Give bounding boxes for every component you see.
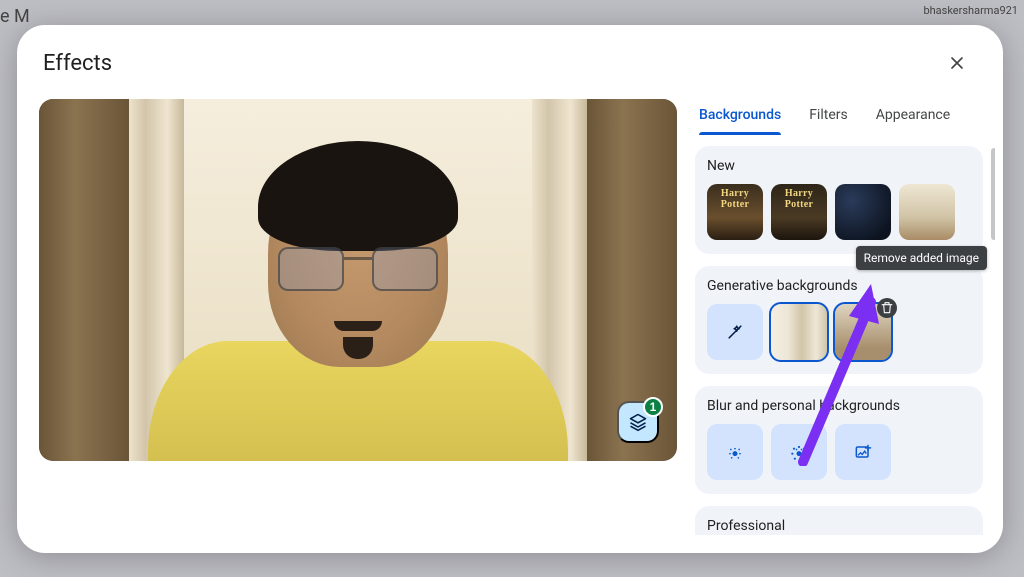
trash-icon xyxy=(879,300,895,316)
bg-thumb-room[interactable] xyxy=(899,184,955,240)
layers-icon xyxy=(628,412,648,432)
blur-strong-icon xyxy=(789,442,809,462)
bg-thumb-night[interactable] xyxy=(835,184,891,240)
section-new-title: New xyxy=(707,158,971,174)
upload-background-button[interactable] xyxy=(835,424,891,480)
section-professional-title: Professional xyxy=(707,518,971,534)
blur-light-icon xyxy=(725,442,745,462)
close-icon xyxy=(947,53,967,73)
remove-image-button[interactable] xyxy=(877,298,897,318)
tab-filters[interactable]: Filters xyxy=(809,99,848,135)
section-generative-title: Generative backgrounds xyxy=(707,278,971,294)
modal-header: Effects xyxy=(17,25,1003,91)
applied-effects-button[interactable]: 1 xyxy=(617,401,659,443)
video-preview: 1 xyxy=(39,99,677,461)
section-new: New Harry Potter Harry Potter xyxy=(695,146,983,254)
applied-effects-count: 1 xyxy=(643,397,663,417)
tab-appearance[interactable]: Appearance xyxy=(876,99,950,135)
scrollbar-thumb[interactable] xyxy=(991,148,995,240)
section-professional: Professional xyxy=(695,506,983,535)
bg-thumb-gen-curtain[interactable] xyxy=(771,304,827,360)
tooltip-remove-image: Remove added image xyxy=(856,246,987,270)
modal-title: Effects xyxy=(43,51,112,76)
tab-backgrounds[interactable]: Backgrounds xyxy=(699,99,781,135)
section-blur: Blur and personal backgrounds xyxy=(695,386,983,494)
section-blur-title: Blur and personal backgrounds xyxy=(707,398,971,414)
effects-side-panel: Backgrounds Filters Appearance New Harry… xyxy=(677,99,1003,535)
effects-tabs: Backgrounds Filters Appearance xyxy=(695,99,995,136)
blur-strong-button[interactable] xyxy=(771,424,827,480)
generate-background-button[interactable] xyxy=(707,304,763,360)
blur-light-button[interactable] xyxy=(707,424,763,480)
backdrop-left-text: e M xyxy=(0,6,30,27)
magic-wand-icon xyxy=(725,322,745,342)
add-image-icon xyxy=(853,442,873,462)
effects-scroll-area[interactable]: New Harry Potter Harry Potter Generative… xyxy=(695,146,995,535)
bg-thumb-hp-1[interactable]: Harry Potter xyxy=(707,184,763,240)
close-button[interactable] xyxy=(937,43,977,83)
backdrop-right-text: bhaskersharma921 xyxy=(923,4,1018,17)
bg-thumb-hp-2[interactable]: Harry Potter xyxy=(771,184,827,240)
section-generative: Generative backgrounds xyxy=(695,266,983,374)
modal-body: 1 Backgrounds Filters Appearance New Har… xyxy=(17,91,1003,553)
effects-modal: Effects 1 xyxy=(17,25,1003,553)
